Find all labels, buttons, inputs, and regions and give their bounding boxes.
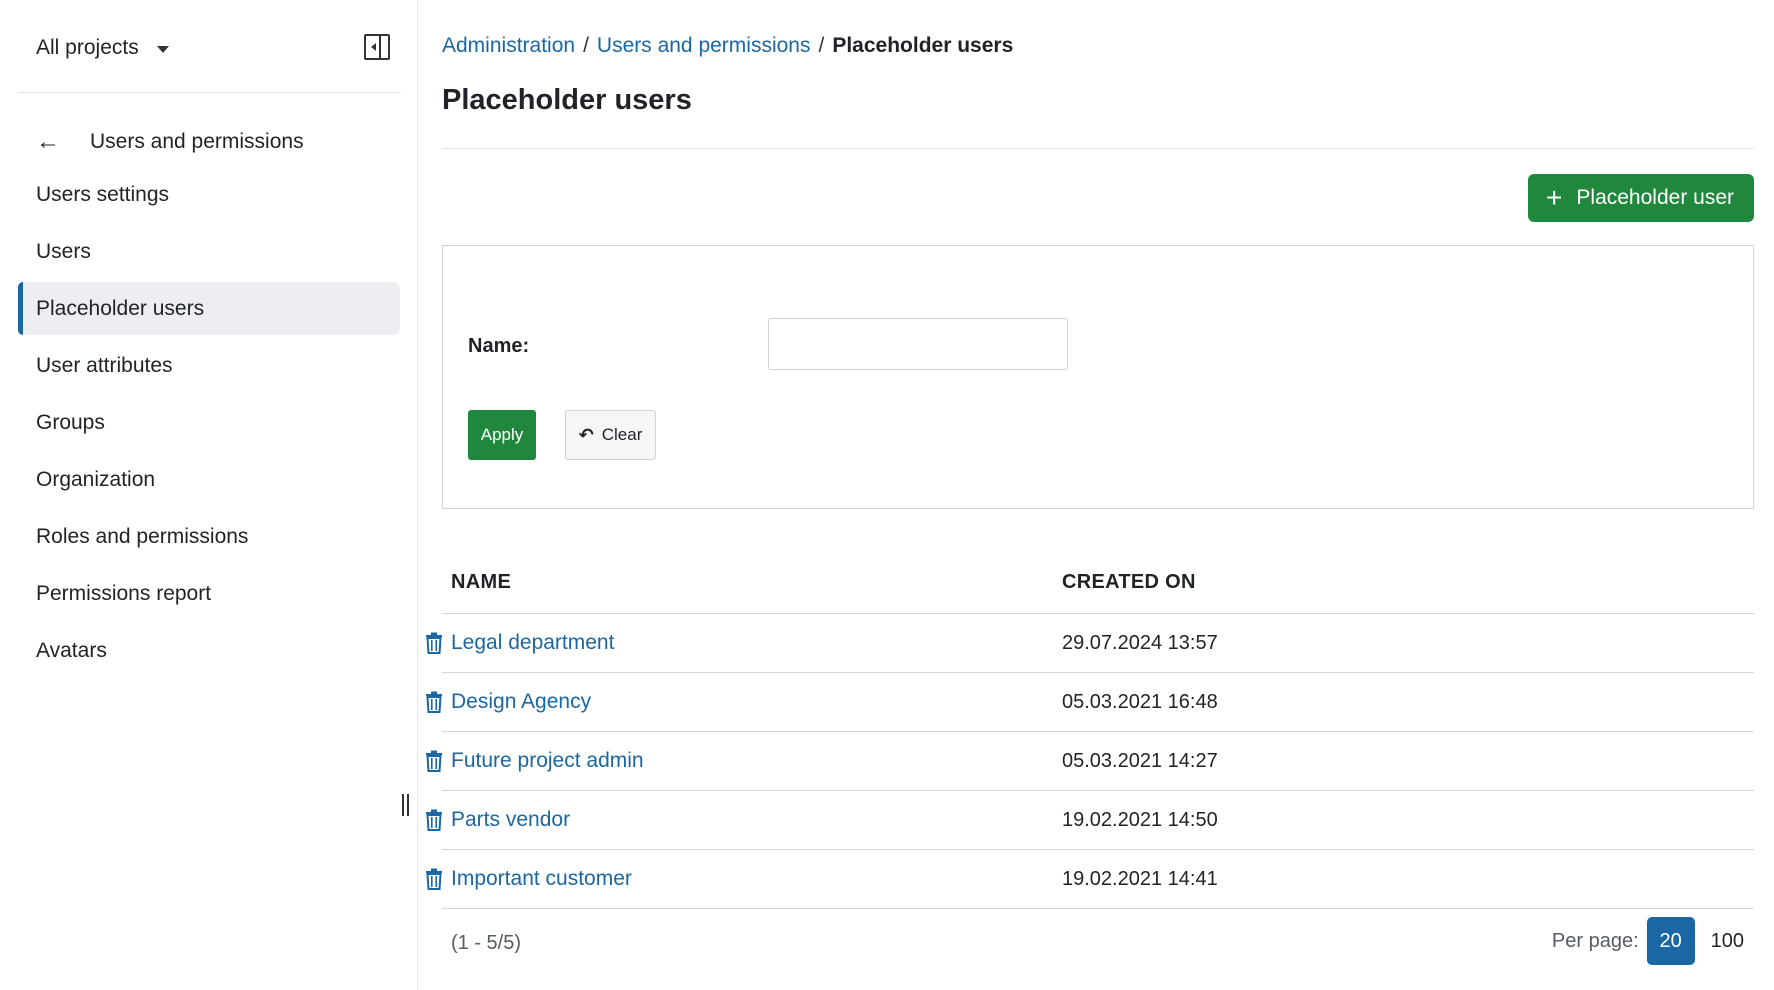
- breadcrumb-separator: /: [818, 34, 825, 57]
- apply-button[interactable]: Apply: [468, 410, 536, 460]
- table-row: Parts vendor 19.02.2021 14:50: [426, 791, 1754, 850]
- per-page-option-100[interactable]: 100: [1701, 917, 1754, 965]
- add-placeholder-user-button[interactable]: + Placeholder user: [1528, 174, 1754, 222]
- sidebar-item-avatars[interactable]: Avatars: [18, 624, 400, 677]
- column-header-created-on[interactable]: CREATED ON: [1062, 571, 1196, 594]
- filter-panel: Name: Apply ↶ Clear: [442, 245, 1754, 509]
- placeholder-users-table: NAME CREATED ON Legal department 29.07.2…: [426, 552, 1754, 909]
- trash-icon[interactable]: [424, 868, 444, 890]
- column-header-name[interactable]: NAME: [451, 571, 511, 594]
- per-page-selector: Per page: 20 100: [1552, 917, 1754, 965]
- created-on-cell: 05.03.2021 14:27: [1062, 749, 1218, 772]
- project-selector-label: All projects: [36, 36, 139, 59]
- breadcrumb: Administration / Users and permissions /…: [442, 34, 1013, 58]
- sidebar-resize-handle[interactable]: [402, 794, 409, 816]
- pagination-info: (1 - 5/5): [451, 932, 522, 954]
- breadcrumb-administration[interactable]: Administration: [442, 34, 575, 58]
- clear-button-label: Clear: [601, 425, 643, 444]
- name-filter-input[interactable]: [768, 318, 1068, 370]
- trash-icon[interactable]: [424, 809, 444, 831]
- sidebar-item-users[interactable]: Users: [18, 225, 400, 278]
- clear-button[interactable]: ↶ Clear: [565, 410, 656, 460]
- created-on-cell: 19.02.2021 14:41: [1062, 867, 1218, 890]
- sidebar-item-groups[interactable]: Groups: [18, 396, 400, 449]
- user-name-link[interactable]: Important customer: [451, 867, 632, 891]
- sidebar-item-users-settings[interactable]: Users settings: [18, 168, 400, 221]
- per-page-option-20[interactable]: 20: [1646, 917, 1695, 965]
- created-on-cell: 19.02.2021 14:50: [1062, 808, 1218, 831]
- table-row: Future project admin 05.03.2021 14:27: [426, 732, 1754, 791]
- arrow-left-icon: ←: [36, 128, 60, 155]
- table-row: Design Agency 05.03.2021 16:48: [426, 673, 1754, 732]
- table-row: Important customer 19.02.2021 14:41: [426, 850, 1754, 909]
- sidebar-item-user-attributes[interactable]: User attributes: [18, 339, 400, 392]
- trash-icon[interactable]: [424, 632, 444, 654]
- per-page-label: Per page:: [1551, 929, 1639, 952]
- caret-down-icon: [156, 45, 169, 53]
- undo-icon: ↶: [578, 424, 594, 445]
- plus-icon: +: [1546, 182, 1563, 213]
- sidebar-item-roles-and-permissions[interactable]: Roles and permissions: [18, 510, 400, 563]
- breadcrumb-current: Placeholder users: [832, 34, 1014, 57]
- page-title: Placeholder users: [442, 84, 692, 116]
- title-divider: [442, 148, 1754, 149]
- user-name-link[interactable]: Legal department: [451, 631, 614, 655]
- breadcrumb-users-and-permissions[interactable]: Users and permissions: [597, 34, 811, 58]
- project-selector[interactable]: All projects: [18, 22, 402, 74]
- trash-icon[interactable]: [424, 691, 444, 713]
- sidebar: All projects ← Users and permissions Use…: [0, 0, 418, 990]
- user-name-link[interactable]: Design Agency: [451, 690, 591, 714]
- table-header: NAME CREATED ON: [442, 552, 1754, 614]
- created-on-cell: 29.07.2024 13:57: [1062, 631, 1218, 654]
- sidebar-divider: [18, 92, 401, 93]
- user-name-link[interactable]: Parts vendor: [451, 808, 570, 832]
- breadcrumb-separator: /: [583, 34, 589, 57]
- name-filter-label: Name:: [468, 335, 530, 357]
- user-name-link[interactable]: Future project admin: [451, 749, 644, 773]
- created-on-cell: 05.03.2021 16:48: [1062, 690, 1218, 713]
- sidebar-collapse-icon[interactable]: [364, 34, 390, 60]
- sidebar-item-placeholder-users[interactable]: Placeholder users: [18, 282, 400, 335]
- sidebar-menu: Users settings Users Placeholder users U…: [18, 168, 400, 681]
- sidebar-item-organization[interactable]: Organization: [18, 453, 400, 506]
- trash-icon[interactable]: [424, 750, 444, 772]
- add-placeholder-user-label: Placeholder user: [1576, 186, 1734, 209]
- back-link[interactable]: ← Users and permissions: [18, 120, 402, 164]
- sidebar-item-permissions-report[interactable]: Permissions report: [18, 567, 400, 620]
- back-link-label: Users and permissions: [90, 130, 304, 153]
- table-row: Legal department 29.07.2024 13:57: [426, 614, 1754, 673]
- main-content: Administration / Users and permissions /…: [426, 0, 1754, 990]
